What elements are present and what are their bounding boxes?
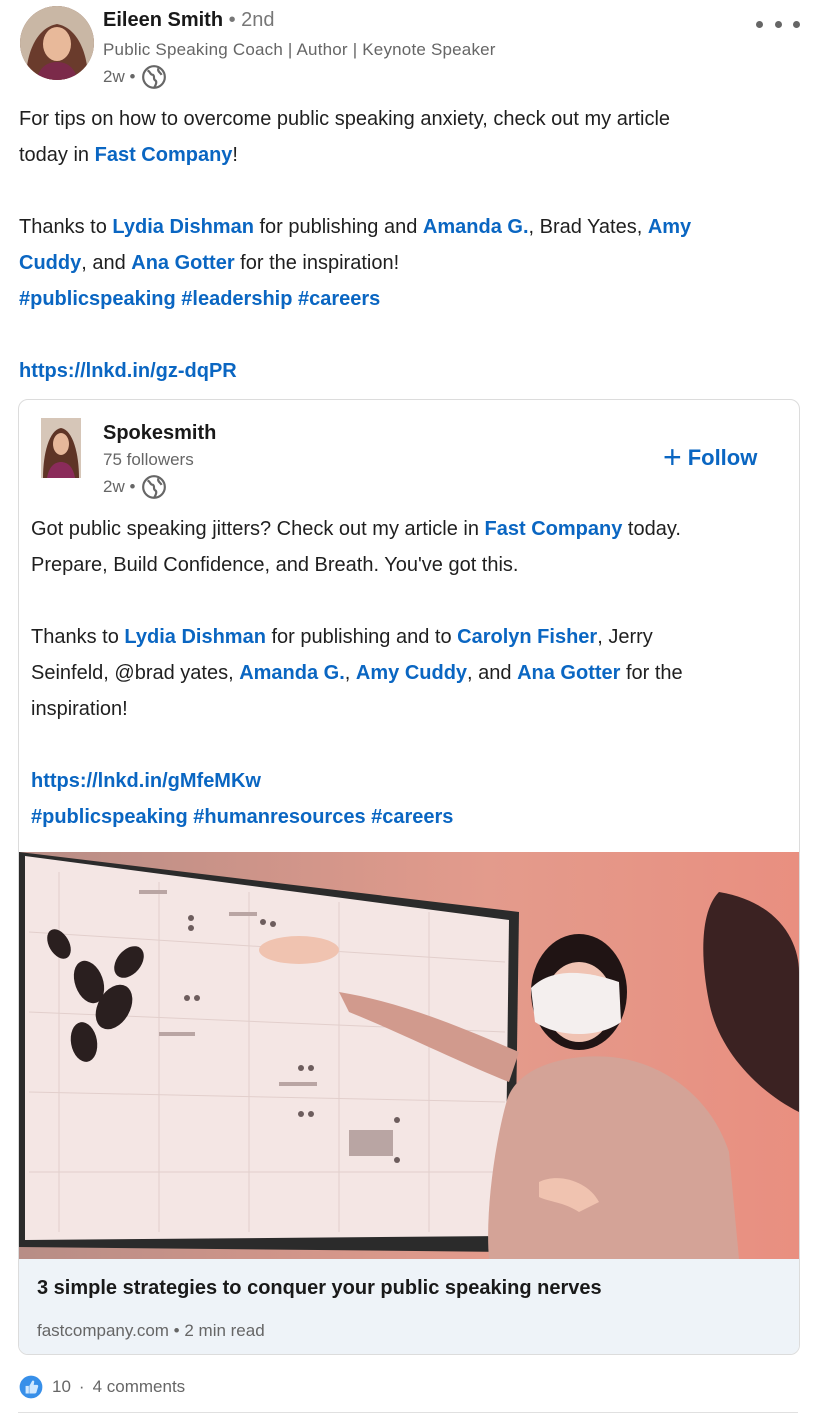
post-line: https://lnkd.in/gz-dqPR [19,353,809,389]
hashtags: #publicspeaking #leadership #careers [19,281,809,317]
comment-count[interactable]: 4 comments [93,1377,186,1397]
reaction-count[interactable]: 10 [52,1377,71,1397]
follow-label: Follow [687,445,758,470]
social-counts: 10 · 4 comments [18,1374,185,1400]
mention-carolyn-fisher[interactable]: Carolyn Fisher [457,626,597,648]
author-name[interactable]: Eileen Smith • 2nd [103,9,275,32]
plus-icon: + [663,439,682,475]
author-avatar[interactable] [20,6,94,80]
shared-post-time: 2w • [103,477,136,496]
mention-amy-cuddy[interactable]: Amy Cuddy [356,662,467,684]
mention-ana-gotter[interactable]: Ana Gotter [517,662,620,684]
divider [18,1412,798,1413]
spokesmith-avatar[interactable] [41,418,81,478]
mention-amy-cuddy[interactable]: Amy [648,216,691,238]
more-options-button[interactable] [756,14,800,34]
author-headline: Public Speaking Coach | Author | Keynote… [103,40,496,59]
mention-ana-gotter[interactable]: Ana Gotter [131,252,234,274]
mention-lydia-dishman[interactable]: Lydia Dishman [112,216,254,238]
globe-icon [142,65,167,89]
more-icon [756,20,763,28]
post-url-link[interactable]: https://lnkd.in/gz-dqPR [19,360,237,382]
hashtag-links[interactable]: #publicspeaking #leadership #careers [19,288,380,310]
mention-amy-cuddy[interactable]: Cuddy [19,252,81,274]
shared-post-text: Got public speaking jitters? Check out m… [31,518,683,828]
author-name-text[interactable]: Eileen Smith [103,9,223,31]
shared-url-link[interactable]: https://lnkd.in/gMfeMKw [31,770,261,792]
article-image[interactable] [19,852,799,1259]
article-preview[interactable]: 3 simple strategies to conquer your publ… [19,1259,799,1354]
mention-amanda-g[interactable]: Amanda G. [423,216,529,238]
like-icon [18,1374,44,1400]
shared-post-meta: 2w • [103,474,167,500]
globe-icon [142,475,167,499]
mention-lydia-dishman[interactable]: Lydia Dishman [124,626,266,648]
post-line: today in Fast Company! [19,144,238,166]
connection-degree: • 2nd [228,9,275,31]
shared-author-name[interactable]: Spokesmith [103,422,216,445]
post-text: For tips on how to overcome public speak… [19,101,809,389]
article-source: fastcompany.com • 2 min read [37,1321,265,1340]
post-meta: 2w • [103,64,167,90]
post-line: Cuddy, and Ana Gotter for the inspiratio… [19,252,400,274]
post-line: Thanks to Lydia Dishman for publishing a… [19,216,692,238]
hashtag-links[interactable]: #publicspeaking #humanresources #careers [31,806,453,828]
separator: · [78,1377,85,1396]
post-time: 2w • [103,67,136,86]
fast-company-link[interactable]: Fast Company [485,518,623,540]
article-title[interactable]: 3 simple strategies to conquer your publ… [37,1277,602,1300]
post-line: For tips on how to overcome public speak… [19,108,671,130]
mention-amanda-g[interactable]: Amanda G. [239,662,345,684]
follower-count: 75 followers [103,450,194,469]
fast-company-link[interactable]: Fast Company [95,144,233,166]
shared-post-card[interactable]: Spokesmith 75 followers 2w • + Follow Go… [18,399,800,1355]
follow-button[interactable]: + Follow [663,439,758,475]
